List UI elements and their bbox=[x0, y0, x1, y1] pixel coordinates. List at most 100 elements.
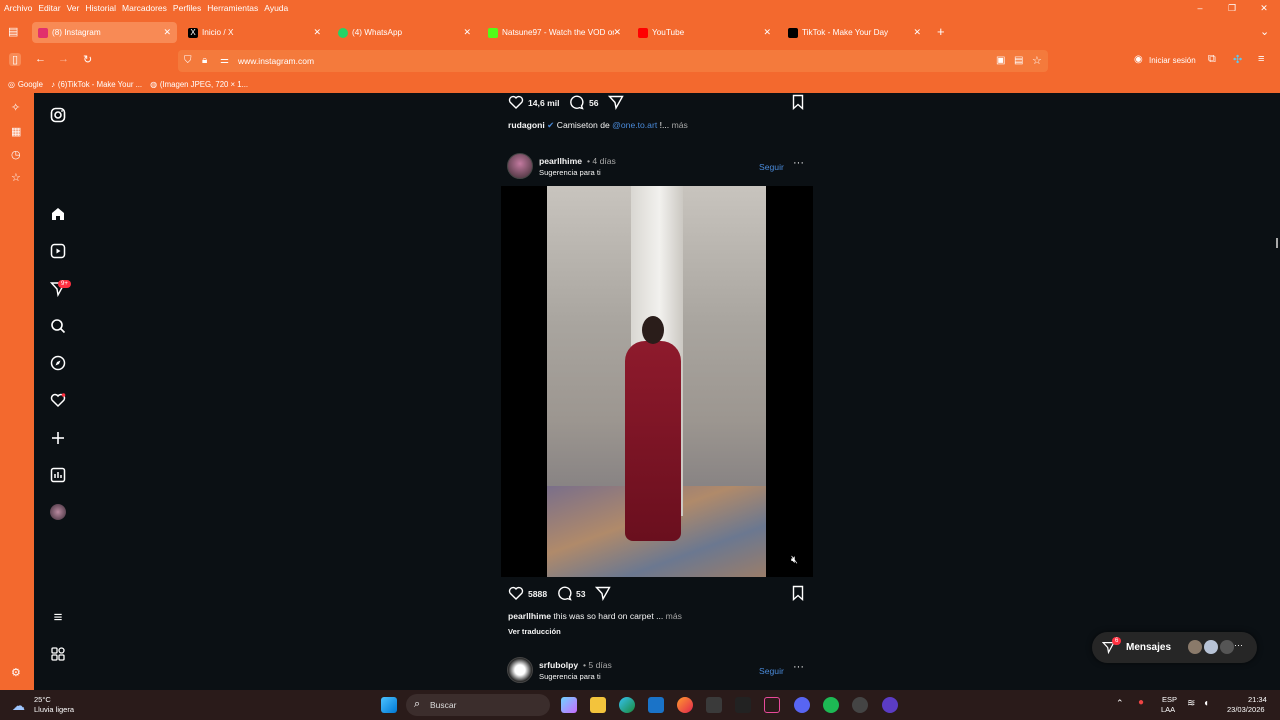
notifications-heart-icon[interactable] bbox=[48, 392, 68, 412]
explore-compass-icon[interactable] bbox=[48, 355, 68, 375]
messages-pill[interactable]: 6 Mensajes ··· bbox=[1092, 632, 1257, 663]
share-icon[interactable] bbox=[594, 585, 611, 606]
epic-games-icon[interactable] bbox=[735, 697, 751, 713]
history-icon[interactable]: ◷ bbox=[11, 148, 21, 161]
dashboard-icon[interactable] bbox=[48, 467, 68, 487]
comment-count[interactable]: 56 bbox=[589, 98, 599, 108]
file-explorer-icon[interactable] bbox=[590, 697, 606, 713]
post-avatar[interactable] bbox=[507, 153, 533, 179]
comment-icon[interactable] bbox=[568, 94, 584, 115]
clock-time[interactable]: 21:34 bbox=[1248, 695, 1267, 704]
menu-ver[interactable]: Ver bbox=[67, 3, 80, 13]
menu-historial[interactable]: Historial bbox=[85, 3, 116, 13]
caption-username[interactable]: pearllhime bbox=[508, 611, 551, 621]
account-icon[interactable]: ◉ bbox=[1134, 54, 1143, 65]
instagram-logo-icon[interactable] bbox=[48, 107, 68, 127]
menu-archivo[interactable]: Archivo bbox=[4, 3, 32, 13]
tab-youtube[interactable]: YouTube ✕ bbox=[632, 22, 777, 43]
reload-icon[interactable]: ↻ bbox=[83, 53, 92, 66]
bookmark-google[interactable]: Google bbox=[18, 80, 43, 89]
like-heart-icon[interactable] bbox=[508, 585, 524, 606]
close-tab-icon[interactable]: ✕ bbox=[613, 27, 621, 38]
more-options-icon[interactable]: ··· bbox=[793, 157, 804, 169]
post-video[interactable]: 🔇︎ bbox=[501, 186, 813, 577]
app-circle-icon[interactable] bbox=[882, 697, 898, 713]
like-heart-icon[interactable] bbox=[508, 94, 524, 115]
menu-perfiles[interactable]: Perfiles bbox=[173, 3, 201, 13]
save-bookmark-icon[interactable] bbox=[790, 585, 806, 606]
close-window-icon[interactable]: ✕ bbox=[1248, 0, 1280, 17]
minimize-icon[interactable]: – bbox=[1184, 0, 1216, 17]
menu-hamburger-icon[interactable]: ≡ bbox=[1258, 53, 1264, 65]
like-count[interactable]: 5888 bbox=[528, 589, 547, 599]
share-icon[interactable] bbox=[607, 94, 624, 115]
edge-icon[interactable] bbox=[619, 697, 635, 713]
also-from-meta-icon[interactable] bbox=[48, 646, 68, 666]
follow-button[interactable]: Seguir bbox=[759, 666, 784, 676]
synced-tabs-icon[interactable]: ▦ bbox=[11, 125, 21, 138]
microphone-icon[interactable]: ● bbox=[1138, 697, 1144, 708]
language-bottom[interactable]: LAA bbox=[1161, 705, 1175, 714]
url-text[interactable]: www.instagram.com bbox=[238, 56, 314, 66]
caption-username[interactable]: rudagoni bbox=[508, 120, 545, 130]
wifi-icon[interactable]: ≋ bbox=[1187, 698, 1195, 709]
post-username[interactable]: srfubolpy bbox=[539, 660, 578, 670]
copilot-icon[interactable] bbox=[561, 697, 577, 713]
tab-list-chevron-icon[interactable]: ⌄ bbox=[1260, 25, 1269, 38]
home-icon[interactable] bbox=[48, 206, 68, 226]
tab-overview-icon[interactable]: ▤ bbox=[8, 25, 18, 38]
volume-icon[interactable]: ◖ bbox=[1203, 698, 1209, 709]
lock-icon[interactable]: 🔒︎ bbox=[202, 55, 207, 66]
signin-label[interactable]: Iniciar sesión bbox=[1149, 56, 1196, 65]
close-tab-icon[interactable]: ✕ bbox=[913, 27, 921, 38]
follow-button[interactable]: Seguir bbox=[759, 162, 784, 172]
picture-in-picture-icon[interactable]: ▣ bbox=[996, 55, 1005, 66]
reader-view-icon[interactable]: ▤ bbox=[1014, 55, 1023, 66]
bookmarks-icon[interactable]: ☆ bbox=[11, 171, 21, 184]
tab-kick[interactable]: Natsune97 - Watch the VOD on ✕ bbox=[482, 22, 627, 43]
address-bar[interactable]: ⛉ 🔒︎ ⚌ www.instagram.com ▣ ▤ ☆ bbox=[178, 50, 1048, 72]
post-avatar[interactable] bbox=[507, 657, 533, 683]
weather-icon[interactable]: ☁ bbox=[12, 698, 25, 714]
post-username[interactable]: pearllhime bbox=[539, 156, 582, 166]
like-count[interactable]: 14,6 mil bbox=[528, 98, 560, 108]
comment-count[interactable]: 53 bbox=[576, 589, 586, 599]
profile-avatar[interactable] bbox=[48, 504, 68, 524]
save-bookmark-icon[interactable] bbox=[790, 94, 806, 115]
weather-temp[interactable]: 25°C bbox=[34, 695, 51, 704]
restore-icon[interactable]: ❐ bbox=[1216, 0, 1248, 17]
menu-herramientas[interactable]: Herramientas bbox=[207, 3, 258, 13]
comment-icon[interactable] bbox=[556, 585, 572, 606]
start-windows-icon[interactable] bbox=[381, 697, 397, 713]
app-icon[interactable] bbox=[764, 697, 780, 713]
language-top[interactable]: ESP bbox=[1162, 695, 1177, 704]
menu-ayuda[interactable]: Ayuda bbox=[264, 3, 288, 13]
spotify-icon[interactable] bbox=[823, 697, 839, 713]
taskbar-search[interactable]: ⌕ Buscar bbox=[406, 694, 550, 716]
close-tab-icon[interactable]: ✕ bbox=[163, 27, 171, 38]
customize-sidebar-icon[interactable]: ⚙ bbox=[11, 666, 21, 679]
more-link[interactable]: más bbox=[666, 611, 682, 621]
close-tab-icon[interactable]: ✕ bbox=[313, 27, 321, 38]
search-icon[interactable] bbox=[48, 318, 68, 338]
bookmark-tiktok[interactable]: (6)TikTok - Make Your ... bbox=[58, 80, 142, 89]
outlook-icon[interactable] bbox=[648, 697, 664, 713]
sidebar-toggle-icon[interactable]: ▯ bbox=[9, 53, 22, 66]
tab-x[interactable]: X Inicio / X ✕ bbox=[182, 22, 327, 43]
scrollbar-thumb[interactable] bbox=[1276, 238, 1278, 248]
discord-icon[interactable] bbox=[794, 697, 810, 713]
see-translation-link[interactable]: Ver traducción bbox=[508, 627, 561, 636]
permissions-icon[interactable]: ⚌ bbox=[220, 55, 229, 66]
close-tab-icon[interactable]: ✕ bbox=[763, 27, 771, 38]
shield-icon[interactable]: ⛉ bbox=[184, 55, 192, 66]
tab-whatsapp[interactable]: (4) WhatsApp ✕ bbox=[332, 22, 477, 43]
tab-tiktok[interactable]: TikTok - Make Your Day ✕ bbox=[782, 22, 927, 43]
more-menu-icon[interactable]: ≡ bbox=[48, 608, 68, 628]
clock-date[interactable]: 23/03/2026 bbox=[1227, 705, 1265, 714]
close-tab-icon[interactable]: ✕ bbox=[463, 27, 471, 38]
more-link[interactable]: más bbox=[672, 120, 688, 130]
reels-icon[interactable] bbox=[48, 243, 68, 263]
more-options-icon[interactable]: ··· bbox=[793, 661, 804, 673]
show-hidden-icons-icon[interactable]: ⌃ bbox=[1116, 698, 1124, 709]
weather-desc[interactable]: Lluvia ligera bbox=[34, 705, 74, 714]
